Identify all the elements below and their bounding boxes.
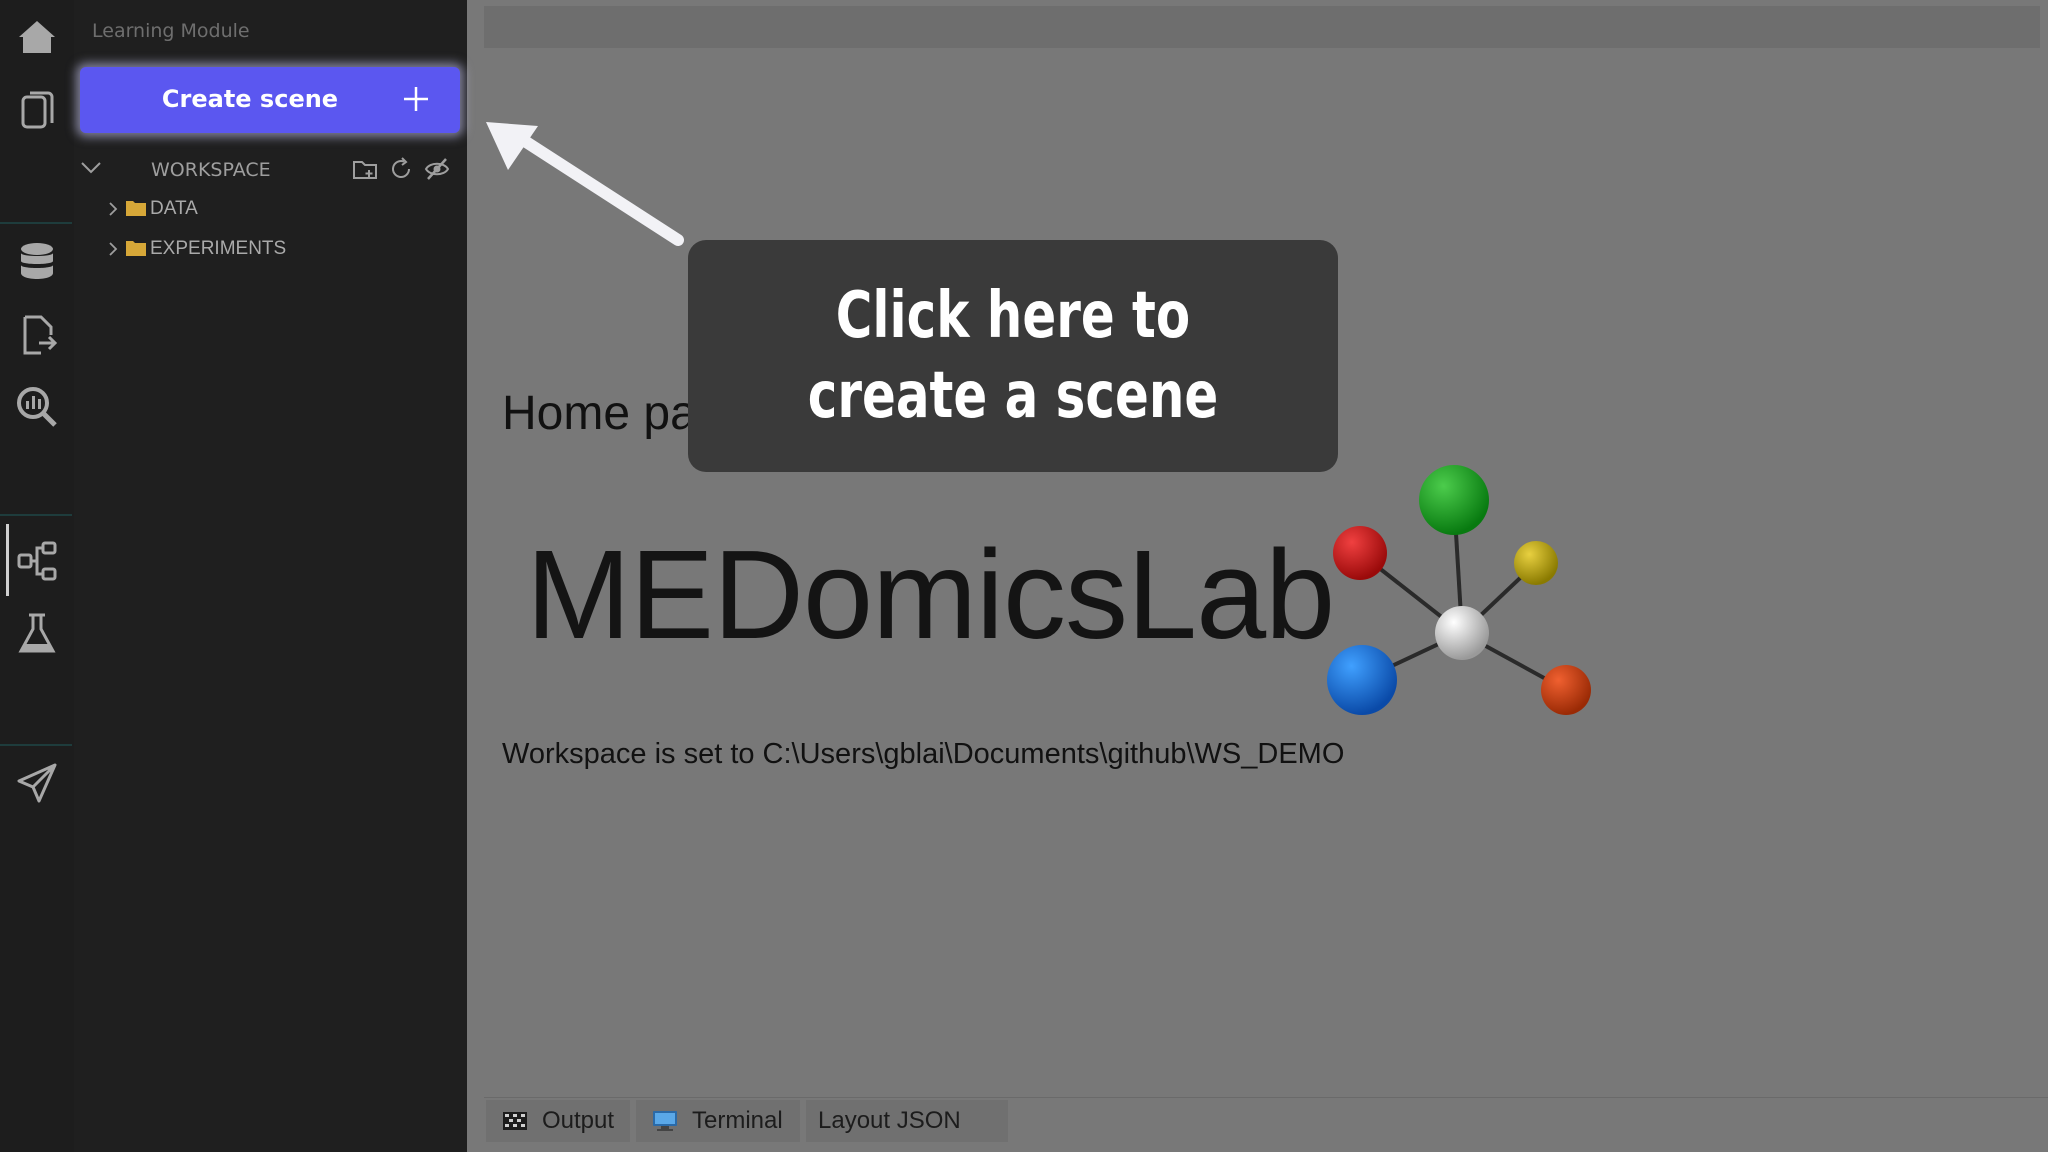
pages-icon[interactable] bbox=[14, 86, 60, 132]
tab-label: Layout JSON bbox=[818, 1107, 961, 1134]
analytics-search-icon[interactable] bbox=[14, 384, 60, 430]
create-scene-button[interactable]: Create scene bbox=[80, 67, 460, 133]
sidebar: Learning Module Create scene WORKSPACE D… bbox=[74, 0, 467, 1152]
brand-title: MEDomicsLab bbox=[526, 524, 1335, 665]
arrow-pointer-icon bbox=[486, 122, 684, 246]
tab-terminal[interactable]: Terminal bbox=[636, 1100, 800, 1142]
workspace-header[interactable]: WORKSPACE bbox=[74, 150, 467, 186]
activity-separator bbox=[0, 514, 72, 516]
editor-tab-bar bbox=[484, 6, 2040, 48]
create-scene-label: Create scene bbox=[161, 85, 339, 113]
active-indicator bbox=[6, 524, 9, 596]
activity-bar bbox=[0, 0, 74, 1152]
chevron-down-icon[interactable] bbox=[80, 156, 102, 178]
workspace-path-text: Workspace is set to C:\Users\gblai\Docum… bbox=[502, 738, 1345, 770]
refresh-icon[interactable] bbox=[388, 156, 414, 182]
bottom-panel-divider bbox=[484, 1097, 2048, 1098]
hide-icon[interactable] bbox=[424, 156, 450, 182]
activity-separator bbox=[0, 222, 72, 224]
tab-output[interactable]: Output bbox=[486, 1100, 630, 1142]
terminal-icon bbox=[653, 1111, 677, 1131]
flask-icon[interactable] bbox=[14, 610, 60, 656]
tooltip-text: Click here to create a scene bbox=[807, 279, 1219, 433]
chevron-right-icon[interactable] bbox=[105, 240, 121, 258]
chevron-right-icon[interactable] bbox=[105, 200, 121, 218]
flow-diagram-icon[interactable] bbox=[14, 538, 60, 584]
tree-item-label: EXPERIMENTS bbox=[150, 238, 287, 259]
tab-label: Output bbox=[542, 1107, 615, 1134]
folder-icon bbox=[126, 201, 146, 216]
output-icon bbox=[503, 1112, 527, 1130]
tree-item-label: DATA bbox=[150, 198, 198, 219]
molecule-logo bbox=[1327, 465, 1591, 715]
plus-icon bbox=[404, 87, 428, 111]
sidebar-title: Learning Module bbox=[92, 20, 250, 42]
activity-separator bbox=[0, 744, 72, 746]
send-icon[interactable] bbox=[14, 760, 60, 806]
tab-layout-json[interactable]: Layout JSON bbox=[806, 1100, 1008, 1142]
workspace-label: WORKSPACE bbox=[151, 159, 271, 181]
tree-item-data[interactable]: DATA bbox=[74, 192, 467, 226]
database-icon[interactable] bbox=[14, 238, 60, 284]
new-folder-icon[interactable] bbox=[352, 156, 378, 182]
tab-label: Terminal bbox=[692, 1107, 783, 1134]
folder-icon bbox=[126, 241, 146, 256]
file-export-icon[interactable] bbox=[14, 312, 60, 358]
home-icon[interactable] bbox=[14, 14, 60, 60]
tree-item-experiments[interactable]: EXPERIMENTS bbox=[74, 232, 467, 266]
tutorial-tooltip: Click here to create a scene bbox=[688, 240, 1338, 472]
